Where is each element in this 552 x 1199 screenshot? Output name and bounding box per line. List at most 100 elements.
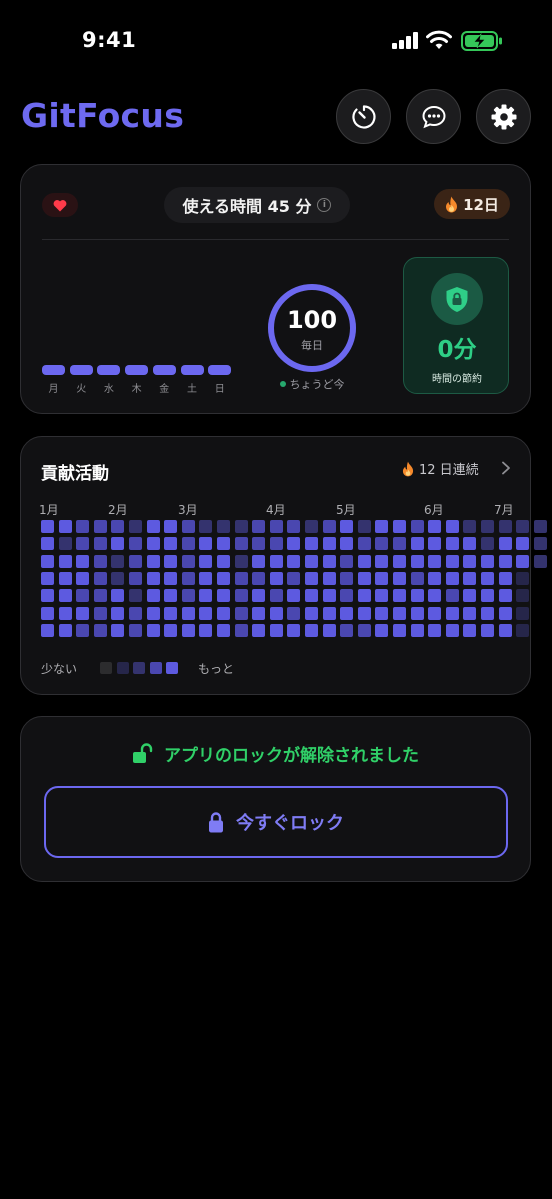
weekly-usage-bars: 月火水木金土日 (42, 365, 232, 397)
contribution-cell (111, 623, 125, 637)
app-title: GitFocus (21, 96, 185, 135)
wifi-icon (426, 30, 452, 49)
contribution-cell (181, 520, 195, 533)
contribution-cell (111, 571, 125, 585)
timer-button[interactable] (336, 89, 391, 144)
contribution-cell (129, 520, 142, 533)
daily-goal-note: ちょうど今 (253, 376, 371, 392)
weekday-label: 日 (214, 384, 225, 395)
contribution-cell (410, 623, 424, 637)
unlocked-padlock-icon (133, 742, 153, 763)
contribution-cell (410, 606, 424, 620)
focus-summary-card: 使える時間 45 分 i 12日 月 火 水 木 金 土 日 100 毎日 ちょうど今 0分… (20, 164, 531, 414)
month-label: 1月 (39, 503, 59, 517)
contribution-cell (481, 623, 494, 637)
contribution-cell (463, 623, 477, 637)
weekday-label: 水 (103, 384, 114, 395)
contribution-cell (516, 520, 530, 533)
contribution-cell (76, 623, 90, 637)
contribution-cell (322, 537, 336, 551)
contribution-cell (41, 537, 54, 551)
contribution-legend: 少ない もっと (41, 660, 341, 676)
contribution-cell (199, 520, 213, 533)
contribution-cell (498, 554, 512, 568)
contribution-cell (93, 623, 107, 637)
contribution-cell (516, 589, 530, 603)
contribution-cell (445, 571, 459, 585)
contribution-cell (252, 589, 266, 603)
contribution-cell (410, 589, 424, 603)
legend-swatch (116, 662, 129, 674)
contribution-cell (41, 554, 54, 568)
contribution-cell (498, 537, 512, 551)
contribution-cell (234, 537, 248, 551)
month-label: 6月 (424, 503, 444, 517)
weekday-bar (97, 365, 121, 375)
available-time-pill[interactable]: 使える時間 45 分 i (164, 187, 350, 223)
contribution-cell (181, 571, 195, 585)
chat-button[interactable] (406, 89, 461, 144)
time-saved-label: 時間の節約 (432, 374, 482, 385)
contribution-cell (129, 606, 142, 620)
favorite-badge[interactable] (42, 193, 78, 217)
unlock-status: アプリのロックが解除されました (21, 741, 530, 766)
contribution-cell (269, 606, 283, 620)
timer-icon (351, 104, 376, 129)
settings-button[interactable] (476, 89, 531, 144)
status-time: 9:41 (82, 28, 137, 52)
streak-badge[interactable]: 12日 (434, 189, 510, 219)
contribution-cell (269, 554, 283, 568)
flame-icon (402, 461, 414, 476)
contribution-cell (322, 589, 336, 603)
battery-charging-icon (461, 31, 502, 51)
contribution-cell (111, 589, 125, 603)
lock-now-button[interactable]: 今すぐロック (44, 786, 508, 858)
contribution-cell (234, 589, 248, 603)
contribution-cell (181, 606, 195, 620)
contribution-cell (146, 537, 160, 551)
contribution-cell (393, 554, 406, 568)
month-labels: 1月 2月 3月 4月 5月 6月 7月 (21, 501, 530, 517)
contribution-cell (481, 571, 494, 585)
weekday-bar (42, 365, 65, 375)
contribution-title: 貢献活動 (41, 464, 109, 484)
contribution-cell (93, 537, 107, 551)
contribution-cell (217, 554, 230, 568)
contribution-cell (340, 606, 354, 620)
unlock-status-text: アプリのロックが解除されました (164, 746, 419, 766)
padlock-icon (209, 811, 223, 832)
contribution-cell (322, 623, 336, 637)
contribution-cell (58, 606, 72, 620)
contribution-cell (393, 606, 406, 620)
contribution-cell (252, 537, 266, 551)
weekday-bar (180, 365, 204, 375)
contribution-card[interactable]: 貢献活動 12 日連続 1月 2月 3月 4月 5月 6月 7月 少ない もっと (20, 436, 547, 695)
month-label: 5月 (336, 503, 356, 517)
time-saved-tile[interactable]: 0分 時間の節約 (403, 257, 509, 394)
weekday-bar (152, 365, 176, 375)
month-label: 7月 (494, 503, 514, 517)
weekday-label: 火 (76, 384, 87, 395)
contribution-cell (181, 537, 195, 551)
contribution-cell (375, 589, 389, 603)
status-bar: 9:41 (0, 0, 552, 84)
contribution-cell (217, 537, 230, 551)
weekday-label: 金 (159, 384, 170, 395)
info-icon[interactable]: i (317, 198, 332, 212)
contribution-cell (340, 623, 354, 637)
contribution-cell (199, 537, 213, 551)
contribution-cell (445, 520, 459, 533)
contribution-cell (322, 606, 336, 620)
contribution-cell (375, 520, 389, 533)
contribution-cell (428, 571, 442, 585)
contribution-cell (41, 589, 54, 603)
contribution-cell (287, 623, 301, 637)
contribution-cell (287, 606, 301, 620)
contribution-cell (181, 589, 195, 603)
contribution-cell (481, 520, 494, 533)
contribution-cell (252, 554, 266, 568)
chevron-right-icon[interactable] (501, 461, 511, 475)
contribution-cell (305, 623, 318, 637)
contribution-cell (252, 571, 266, 585)
contribution-cell (428, 520, 442, 533)
